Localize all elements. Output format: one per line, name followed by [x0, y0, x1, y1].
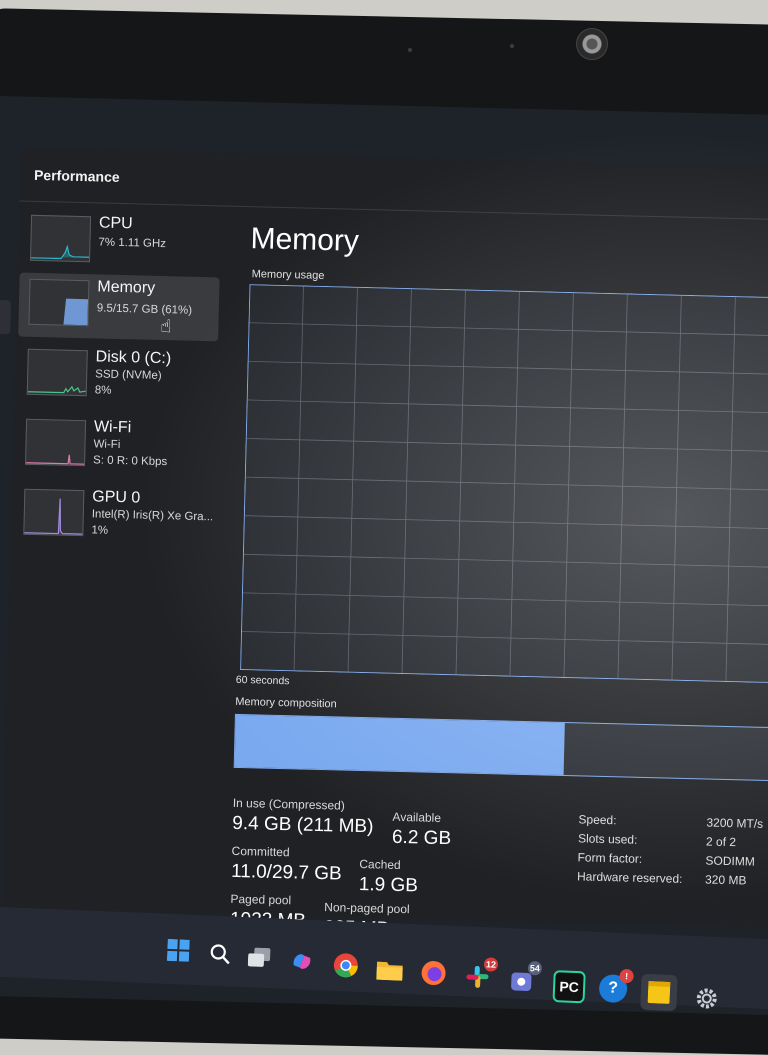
- spec-value: SODIMM: [705, 853, 756, 869]
- memory-usage-label: Memory usage: [251, 268, 325, 282]
- sidebar-item-gpu[interactable]: GPU 0 Intel(R) Iris(R) Xe Gra... 1%: [13, 482, 215, 551]
- cpu-thumbnail-graph: [29, 214, 92, 263]
- memory-in-use-fill: [234, 714, 566, 775]
- window-header: Performance: [19, 148, 768, 221]
- stat-label: Paged pool: [230, 891, 292, 908]
- stat-label: Non-paged pool: [324, 900, 410, 917]
- help-icon[interactable]: ? !: [598, 968, 634, 1004]
- stat-label: In use (Compressed): [232, 795, 345, 813]
- file-explorer-icon[interactable]: [375, 955, 404, 984]
- stat-value: 9.4 GB (211 MB): [232, 812, 374, 838]
- pycharm-label: PC: [559, 978, 580, 996]
- spec-value: 3200 MT/s: [706, 815, 764, 831]
- nav-rail-indicator[interactable]: [0, 299, 12, 335]
- sidebar-item-label: Memory: [97, 278, 156, 297]
- chrome-icon[interactable]: [331, 951, 360, 980]
- sidebar-item-detail: Intel(R) Iris(R) Xe Gra...: [91, 508, 214, 524]
- sidebar-item-memory[interactable]: Memory 9.5/15.7 GB (61%) ☝: [18, 272, 220, 342]
- pycharm-icon[interactable]: PC: [552, 970, 586, 1004]
- stat-cached: Cached 1.9 GB: [359, 857, 419, 897]
- memory-composition-label: Memory composition: [235, 695, 337, 711]
- sidebar-item-detail: 9.5/15.7 GB (61%): [96, 302, 193, 317]
- mouse-pointer-icon: ☝: [160, 315, 172, 337]
- disk-thumbnail-graph: [26, 348, 88, 397]
- stat-in-use: In use (Compressed) 9.4 GB (211 MB): [232, 796, 374, 838]
- teams-badge: 54: [527, 961, 543, 976]
- windows-start-icon[interactable]: [164, 936, 193, 965]
- memory-usage-chart: [240, 284, 768, 684]
- stat-label: Cached: [359, 857, 401, 873]
- task-view-icon[interactable]: [246, 943, 275, 972]
- stat-committed: Committed 11.0/29.7 GB: [231, 844, 342, 886]
- sidebar-item-detail: 7% 1.11 GHz: [98, 236, 167, 251]
- sidebar-item-cpu[interactable]: CPU 7% 1.11 GHz: [20, 209, 222, 278]
- time-span-label: 60 seconds: [235, 673, 290, 688]
- sidebar-item-detail: 8%: [94, 384, 112, 397]
- sidebar-item-label: CPU: [98, 214, 133, 233]
- teams-icon[interactable]: 54: [507, 961, 543, 995]
- wifi-thumbnail-graph: [24, 418, 87, 467]
- stat-label: Available: [392, 809, 442, 825]
- memory-specs: Speed: 3200 MT/s Slots used: 2 of 2 Form…: [577, 812, 768, 893]
- spec-key: Hardware reserved:: [576, 869, 683, 886]
- page-title: Performance: [33, 166, 120, 185]
- spec-key: Speed:: [578, 812, 617, 828]
- screen: Performance CPU 7% 1.11 GHz Memory 9.5/1…: [0, 96, 768, 1016]
- gpu-thumbnail-graph: [23, 488, 85, 537]
- help-badge: !: [619, 968, 634, 984]
- bezel-sensor-dot: [408, 48, 412, 52]
- sidebar-item-label: GPU 0: [92, 488, 141, 507]
- spec-value: 2 of 2: [705, 834, 737, 850]
- sidebar-item-label: Wi-Fi: [93, 418, 132, 437]
- copilot-icon[interactable]: [287, 947, 316, 976]
- sidebar-item-disk[interactable]: Disk 0 (C:) SSD (NVMe) 8%: [16, 343, 218, 412]
- sidebar-item-label: Disk 0 (C:): [95, 348, 172, 368]
- spec-key: Form factor:: [577, 850, 643, 866]
- memory-composition-bar: [233, 713, 768, 782]
- sticky-notes-icon[interactable]: [640, 973, 678, 1012]
- stat-value: 1.9 GB: [358, 874, 419, 897]
- memory-panel: Memory Memory usage 60 seconds Memory co…: [230, 214, 768, 940]
- sidebar-item-detail: SSD (NVMe): [95, 368, 162, 383]
- firefox-icon[interactable]: [419, 958, 448, 987]
- task-manager-window: Performance CPU 7% 1.11 GHz Memory 9.5/1…: [0, 148, 768, 940]
- search-icon[interactable]: [206, 940, 235, 969]
- stat-available: Available 6.2 GB: [392, 810, 452, 850]
- bezel-sensor-dot: [510, 44, 514, 48]
- stat-label: Committed: [231, 843, 290, 860]
- slack-badge: 12: [483, 957, 499, 972]
- sidebar-item-detail: Wi-Fi: [93, 438, 121, 452]
- webcam-icon: [576, 28, 608, 60]
- spec-key: Slots used:: [577, 831, 638, 847]
- sidebar-item-detail: S: 0 R: 0 Kbps: [92, 454, 168, 469]
- memory-thumbnail-graph: [28, 278, 90, 327]
- slack-icon[interactable]: 12: [463, 957, 499, 991]
- stat-value: 11.0/29.7 GB: [230, 860, 342, 885]
- sidebar: CPU 7% 1.11 GHz Memory 9.5/15.7 GB (61%)…: [0, 209, 229, 914]
- stat-value: 6.2 GB: [391, 826, 452, 850]
- sidebar-item-wifi[interactable]: Wi-Fi Wi-Fi S: 0 R: 0 Kbps: [15, 412, 217, 481]
- memory-heading: Memory: [250, 222, 360, 258]
- spec-row-hardware-reserved: Hardware reserved: 320 MB: [577, 869, 768, 893]
- settings-icon[interactable]: [692, 984, 721, 1013]
- sidebar-item-detail: 1%: [91, 524, 109, 537]
- spec-value: 320 MB: [704, 872, 747, 888]
